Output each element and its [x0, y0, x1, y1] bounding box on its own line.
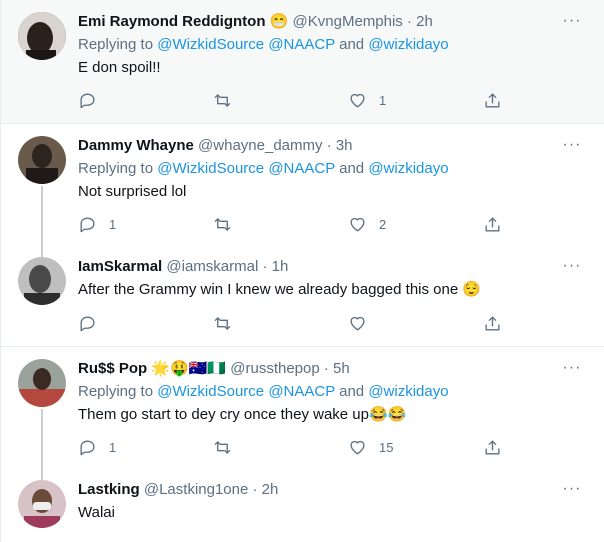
mention-link[interactable]: @WizkidSource [157, 36, 264, 53]
share-icon [485, 316, 500, 331]
more-icon[interactable]: ··· [562, 481, 582, 504]
tweet-header: Emi Raymond Reddignton 😁 @KvngMemphis · … [78, 12, 564, 32]
more-icon[interactable]: ··· [562, 360, 582, 383]
tweet-text: Not surprised lol [78, 183, 187, 200]
tweet[interactable]: Lastking @Lastking1one · 2h Walai ··· [1, 468, 604, 542]
reply-icon [80, 440, 95, 456]
share-button[interactable] [483, 91, 502, 110]
share-icon [485, 93, 500, 108]
avatar[interactable] [18, 480, 66, 528]
heart-icon [350, 440, 365, 455]
mention-link[interactable]: @NAACP [268, 36, 335, 53]
emoji: 😂😂 [368, 406, 407, 423]
retweet-button[interactable] [213, 438, 244, 457]
timestamp[interactable]: · 2h [407, 13, 433, 30]
tweet-text: Them go start to dey cry once they wake … [78, 406, 407, 423]
tweet-text: After the Grammy win I knew we already b… [78, 281, 482, 298]
thread-line [41, 245, 43, 257]
tweet[interactable]: IamSkarmal @iamskarmal · 1h After the Gr… [1, 245, 604, 347]
mention-link[interactable]: @wizkidayo [368, 36, 448, 53]
more-icon[interactable]: ··· [562, 137, 582, 160]
display-name[interactable]: IamSkarmal [78, 258, 162, 275]
tweet[interactable]: Emi Raymond Reddignton 😁 @KvngMemphis · … [1, 0, 604, 124]
tweet-header: Ru$$ Pop 🌟🤑🇦🇺🇳🇬 @russthepop · 5h [78, 359, 564, 379]
retweet-button[interactable] [213, 314, 244, 333]
replying-to: Replying to @WizkidSource @NAACP and @wi… [78, 160, 449, 177]
tweet-text: E don spoil!! [78, 59, 161, 76]
handle[interactable]: @Lastking1one [144, 481, 248, 498]
tweet-actions [78, 314, 508, 334]
reply-feed: Emi Raymond Reddignton 😁 @KvngMemphis · … [0, 0, 604, 542]
tweet-actions: 1 15 [78, 438, 508, 458]
retweet-button[interactable] [213, 91, 244, 110]
tweet[interactable]: Ru$$ Pop 🌟🤑🇦🇺🇳🇬 @russthepop · 5h Replyin… [1, 347, 604, 471]
mention-link[interactable]: @wizkidayo [368, 160, 448, 177]
mention-link[interactable]: @wizkidayo [368, 383, 448, 400]
handle[interactable]: @russthepop [230, 360, 319, 377]
like-button[interactable]: 2 [348, 215, 386, 234]
tweet-header: Lastking @Lastking1one · 2h [78, 480, 564, 500]
display-name[interactable]: Emi Raymond Reddignton [78, 13, 266, 30]
share-icon [485, 440, 500, 455]
share-button[interactable] [483, 215, 502, 234]
timestamp[interactable]: · 1h [262, 258, 288, 275]
avatar[interactable] [18, 257, 66, 305]
heart-icon [350, 217, 365, 232]
reply-button[interactable] [78, 314, 109, 333]
replying-to: Replying to @WizkidSource @NAACP and @wi… [78, 36, 449, 53]
tweet[interactable]: Dammy Whayne @whayne_dammy · 3h Replying… [1, 124, 604, 248]
like-button[interactable]: 1 [348, 91, 386, 110]
heart-icon [350, 93, 365, 108]
mention-link[interactable]: @WizkidSource [157, 383, 264, 400]
emoji: 😌 [462, 281, 482, 298]
share-button[interactable] [483, 314, 502, 333]
more-icon[interactable]: ··· [562, 13, 582, 36]
handle[interactable]: @KvngMemphis [293, 13, 403, 30]
timestamp[interactable]: · 3h [327, 137, 353, 154]
avatar[interactable] [18, 12, 66, 60]
timestamp[interactable]: · 2h [253, 481, 279, 498]
share-icon [485, 217, 500, 232]
retweet-icon [214, 441, 231, 454]
avatar[interactable] [18, 359, 66, 407]
timestamp[interactable]: · 5h [324, 360, 350, 377]
handle[interactable]: @whayne_dammy [198, 137, 322, 154]
replying-to: Replying to @WizkidSource @NAACP and @wi… [78, 383, 449, 400]
heart-icon [350, 316, 365, 331]
more-icon[interactable]: ··· [562, 258, 582, 281]
emoji: 😁 [269, 13, 289, 30]
retweet-button[interactable] [213, 215, 244, 234]
reply-icon [80, 316, 95, 332]
reply-icon [80, 93, 95, 109]
mention-link[interactable]: @NAACP [268, 160, 335, 177]
retweet-icon [214, 94, 231, 107]
mention-link[interactable]: @WizkidSource [157, 160, 264, 177]
display-name[interactable]: Dammy Whayne [78, 137, 194, 154]
mention-link[interactable]: @NAACP [268, 383, 335, 400]
reply-button[interactable]: 1 [78, 215, 116, 234]
reply-button[interactable] [78, 91, 109, 110]
tweet-actions: 1 [78, 91, 508, 111]
tweet-text: Walai [78, 504, 115, 521]
display-name[interactable]: Lastking [78, 481, 140, 498]
share-button[interactable] [483, 438, 502, 457]
thread-line [41, 186, 43, 248]
reply-button[interactable]: 1 [78, 438, 116, 457]
tweet-header: IamSkarmal @iamskarmal · 1h [78, 257, 564, 277]
like-button[interactable]: 15 [348, 438, 393, 457]
thread-line [41, 409, 43, 471]
tweet-actions: 1 2 [78, 215, 508, 235]
thread-line [41, 468, 43, 480]
handle[interactable]: @iamskarmal [166, 258, 258, 275]
emoji: 🌟🤑🇦🇺🇳🇬 [151, 360, 227, 377]
reply-icon [80, 217, 95, 233]
tweet-header: Dammy Whayne @whayne_dammy · 3h [78, 136, 564, 156]
display-name[interactable]: Ru$$ Pop [78, 360, 147, 377]
like-button[interactable] [348, 314, 379, 333]
retweet-icon [214, 317, 231, 330]
retweet-icon [214, 218, 231, 231]
avatar[interactable] [18, 136, 66, 184]
